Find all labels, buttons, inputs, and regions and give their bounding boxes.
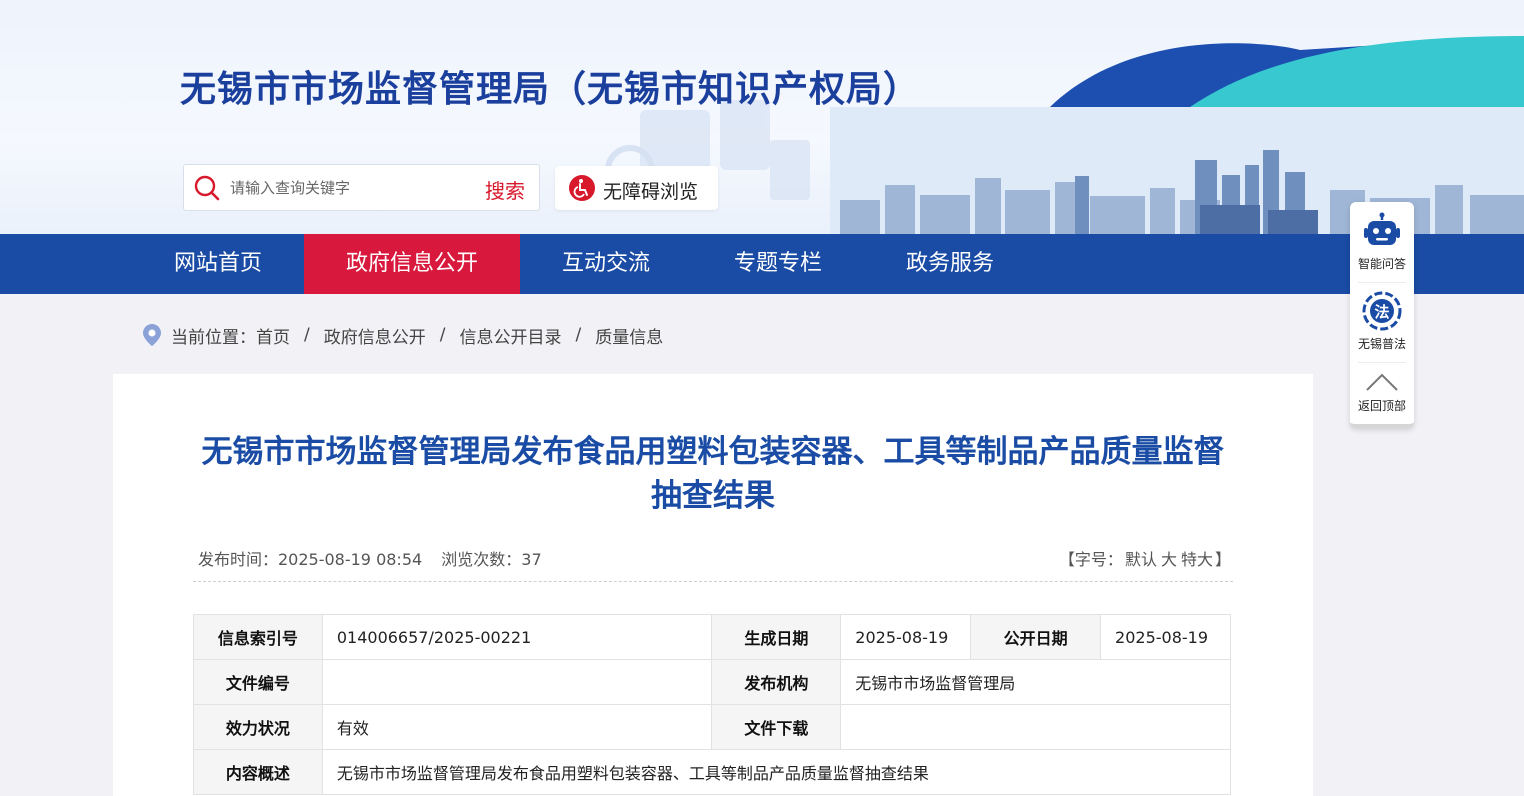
table-row: 效力状况 有效 文件下载 [193,704,1231,750]
font-size-suffix: 】 [1214,550,1231,569]
issuer-label: 发布机构 [711,659,842,705]
accessibility-button[interactable]: 无障碍浏览 [555,166,718,210]
breadcrumb-separator: / [575,325,582,345]
back-to-top-label: 返回顶部 [1357,399,1406,413]
article-title: 无锡市市场监督管理局发布食品用塑料包装容器、工具等制品产品质量监督抽查结果 [201,434,1225,514]
article-meta: 发布时间：2025-08-19 08:54 浏览次数：37 [198,546,556,570]
search-icon [194,175,220,201]
search-button[interactable]: 搜索 [485,175,525,204]
float-divider [1358,362,1406,363]
breadcrumb: 当前位置： 首页 / 政府信息公开 / 信息公开目录 / 质量信息 [143,322,663,348]
back-to-top-button[interactable]: 返回顶部 [1350,370,1414,414]
site-title: 无锡市市场监督管理局（无锡市知识产权局） [180,69,921,110]
robot-icon [1364,212,1400,245]
float-toolbar: 智能问答 法 无锡普法 返回顶部 [1350,202,1414,428]
smart-qa-label: 智能问答 [1357,257,1406,271]
breadcrumb-catalog[interactable]: 信息公开目录 [459,323,561,348]
nav-item-interaction[interactable]: 互动交流 [520,234,692,294]
article-card: 无锡市市场监督管理局发布食品用塑料包装容器、工具等制品产品质量监督抽查结果 发布… [113,374,1313,796]
breadcrumb-separator: / [304,325,310,345]
law-emblem-icon: 法 [1362,291,1402,331]
main-nav: 网站首页 政府信息公开 互动交流 专题专栏 政务服务 [0,234,1524,294]
wheelchair-icon [569,175,595,201]
float-divider [1358,282,1406,283]
accessibility-label: 无障碍浏览 [603,181,699,203]
breadcrumb-gov-info[interactable]: 政府信息公开 [324,323,426,348]
header-banner: 无锡市市场监督管理局（无锡市知识产权局） 搜索 无障碍浏览 [0,0,1524,234]
validity-label: 效力状况 [193,704,323,750]
summary-label: 内容概述 [193,749,323,795]
font-size-switcher: 【字号： 默认大特大】 [1059,546,1231,570]
validity-value: 有效 [321,704,713,750]
meta-divider [193,581,1233,582]
created-date-value: 2025-08-19 [840,614,972,660]
view-count: 浏览次数：37 [441,550,542,569]
breadcrumb-quality-info[interactable]: 质量信息 [595,323,663,348]
table-row: 信息索引号 014006657/2025-00221 生成日期 2025-08-… [193,614,1231,660]
law-button[interactable]: 法 无锡普法 [1350,290,1414,352]
table-row: 内容概述 无锡市市场监督管理局发布食品用塑料包装容器、工具等制品产品质量监督抽查… [193,749,1232,795]
font-size-extra-large[interactable]: 特大 [1181,550,1213,569]
nav-item-services[interactable]: 政务服务 [864,234,1036,294]
chevron-up-icon [1366,373,1398,391]
doc-number-value [321,659,713,705]
info-table: 信息索引号 014006657/2025-00221 生成日期 2025-08-… [193,614,1232,795]
download-value[interactable] [840,704,1231,750]
table-row: 文件编号 发布机构 无锡市市场监督管理局 [193,659,1231,705]
public-date-value: 2025-08-19 [1100,614,1231,660]
breadcrumb-prefix: 当前位置： [171,327,256,348]
download-label: 文件下载 [711,704,842,750]
index-label: 信息索引号 [193,614,323,660]
font-size-default[interactable]: 默认 [1125,550,1157,569]
nav-item-home[interactable]: 网站首页 [132,234,304,294]
location-pin-icon [143,324,161,346]
smart-qa-button[interactable]: 智能问答 [1350,212,1414,272]
law-glyph: 法 [1374,303,1389,321]
index-value: 014006657/2025-00221 [321,614,713,660]
font-size-prefix: 【字号： [1058,550,1123,569]
doc-number-label: 文件编号 [193,659,323,705]
nav-item-gov-info[interactable]: 政府信息公开 [304,234,520,294]
nav-item-topics[interactable]: 专题专栏 [692,234,864,294]
font-size-large[interactable]: 大 [1161,550,1177,569]
summary-value: 无锡市市场监督管理局发布食品用塑料包装容器、工具等制品产品质量监督抽查结果 [321,749,1232,795]
public-date-label: 公开日期 [970,614,1102,660]
issuer-value: 无锡市市场监督管理局 [840,659,1231,705]
law-label: 无锡普法 [1357,337,1406,351]
search-input[interactable] [230,165,470,210]
breadcrumb-separator: / [439,325,446,345]
created-date-label: 生成日期 [711,614,842,660]
search-box: 搜索 [183,164,540,211]
publish-time: 发布时间：2025-08-19 08:54 [198,550,423,569]
breadcrumb-home[interactable]: 首页 [256,323,290,348]
